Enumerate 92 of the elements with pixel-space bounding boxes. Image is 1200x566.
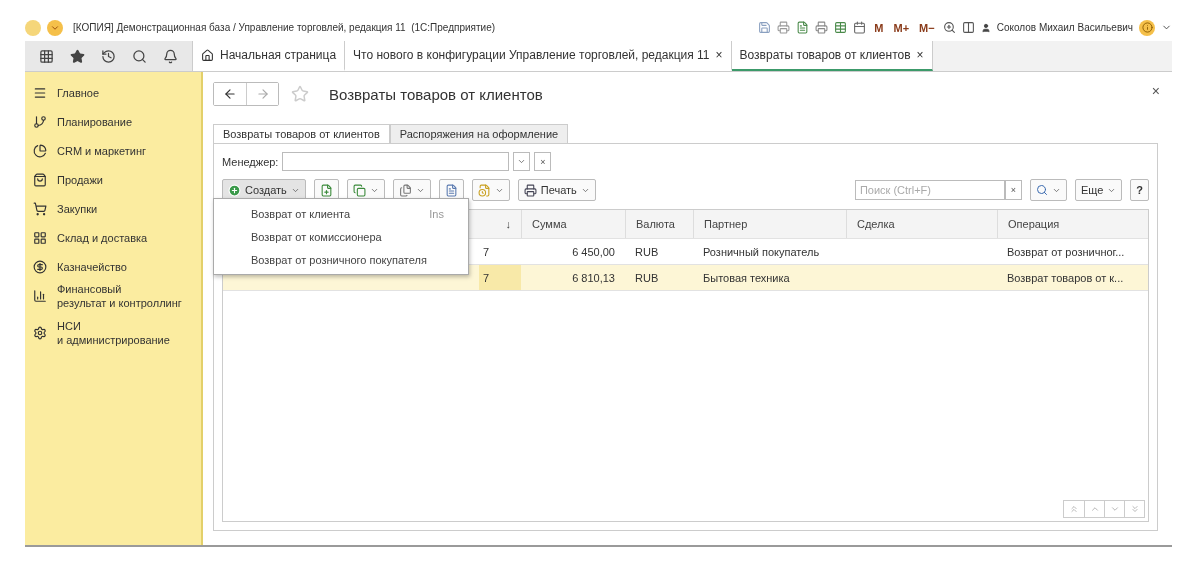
column-header[interactable]: Валюта [625,210,693,238]
calendar-icon[interactable] [853,21,867,34]
manager-field[interactable] [282,152,510,171]
sidebar-item[interactable]: Главное [25,78,201,107]
home-icon [201,48,214,62]
user-icon [980,22,991,33]
file-clock-icon [477,183,491,197]
files-icon [398,183,412,197]
sidebar-item[interactable]: Финансовый результат и контроллинг [25,281,201,310]
search-button[interactable] [1029,179,1067,201]
create-button[interactable]: Создать [222,179,306,201]
table-cell-text: Возврат товаров от к... [1006,270,1125,286]
table-cell-text: Бытовая техника [702,270,791,286]
sidebar-item[interactable]: Казначейство [25,252,201,281]
zoom-icon[interactable] [942,21,956,34]
sidebar-item[interactable]: CRM и маркетинг [25,136,201,165]
bar-chart-icon [33,288,47,303]
save-icon[interactable] [758,21,772,34]
documents-button[interactable] [392,179,431,201]
table-cell-text: 6 450,00 [571,244,616,260]
help-button[interactable]: ? [1130,179,1149,201]
branch-icon [33,114,47,129]
copy-button[interactable] [346,179,385,201]
up-icon [1089,504,1100,514]
close-button[interactable]: × [1145,82,1166,100]
table-row[interactable]: 7 6 810,13 RUB Бытовая техника Возврат товаров от к... [223,265,1148,291]
more-button[interactable]: Еще [1074,179,1123,201]
panel-icon[interactable] [961,21,975,34]
memory-button[interactable]: M [872,21,886,34]
document-icon [444,183,458,197]
sidebar-item[interactable]: Планирование [25,107,201,136]
apps-icon[interactable] [39,48,54,64]
column-header[interactable]: Сделка [846,210,997,238]
arrow-left-icon [223,87,237,101]
menu-icon [33,85,47,100]
column-header[interactable]: Операция [997,210,1148,238]
double-down-icon [1129,504,1140,514]
table-cell-text: Розничный покупатель [702,244,821,260]
sidebar-item[interactable]: Закупки [25,194,201,223]
clear-button[interactable]: × [534,152,552,171]
down-icon [1109,504,1120,514]
double-up-icon [1069,504,1079,514]
user-name[interactable]: Соколов Михаил Васильевич [996,22,1133,33]
table-cell-text: 6 810,13 [571,270,616,286]
list-button[interactable] [438,179,464,201]
memory-button[interactable]: M+ [891,21,912,34]
sidebar-item[interactable]: Склад и доставка [25,223,201,252]
history-icon[interactable] [101,48,116,64]
search-field[interactable]: Поиск (Ctrl+F) [854,180,1005,200]
search-icon [1035,184,1048,196]
window-title: [КОПИЯ] Демонстрационная база / Управление торговлей, редакция 11 (1С:Предприятие) [73,22,496,33]
printer-icon[interactable] [777,21,791,34]
printer-icon [523,183,537,197]
column-header[interactable]: Партнер [693,210,846,238]
close-icon[interactable]: × [715,48,723,62]
table-icon[interactable] [834,21,848,34]
table-cell-text: 7 [482,244,491,260]
table-cell-text: RUB [634,244,660,260]
new-document-button[interactable] [313,179,339,201]
menu-item[interactable]: Возврат от клиента Ins [214,202,468,225]
close-icon[interactable]: × [916,48,924,62]
sidebar-item[interactable]: НСИ и администрирование [25,318,201,347]
bag-icon [33,172,47,187]
menu-dropdown-icon[interactable] [47,19,63,36]
copy-icon [352,183,366,197]
printer-icon[interactable] [815,21,829,34]
info-icon[interactable] [1139,19,1155,36]
pie-chart-icon [33,143,47,158]
form-tab[interactable]: Возвраты товаров от клиентов [213,124,390,144]
caret-icon [517,157,527,166]
memory-button[interactable]: M− [917,21,937,34]
coin-icon [33,259,47,274]
table-cell-text: RUB [634,270,660,286]
table-cell-text: Возврат от розничног... [1006,244,1126,260]
form-title: Возвраты товаров от клиентов [329,85,543,103]
star-icon[interactable] [70,48,85,64]
grid-icon [33,230,47,245]
bell-icon[interactable] [163,48,178,64]
form-tab[interactable]: Распоряжения на оформление [389,124,569,144]
page-tab[interactable]: Возвраты товаров от клиентов × [731,41,933,71]
search-icon[interactable] [132,48,147,64]
dropdown-button[interactable] [513,152,531,171]
report-button[interactable] [471,179,510,201]
sidebar-item[interactable]: Продажи [25,165,201,194]
file-plus-icon [319,183,333,197]
column-header[interactable]: Сумма [521,210,625,238]
manager-label: Менеджер: [222,155,279,168]
document-icon[interactable] [796,21,810,34]
table-cell: 7 [479,265,521,290]
settings-icon [33,325,47,340]
print-button[interactable]: Печать [517,179,596,201]
cart-icon [33,201,47,216]
